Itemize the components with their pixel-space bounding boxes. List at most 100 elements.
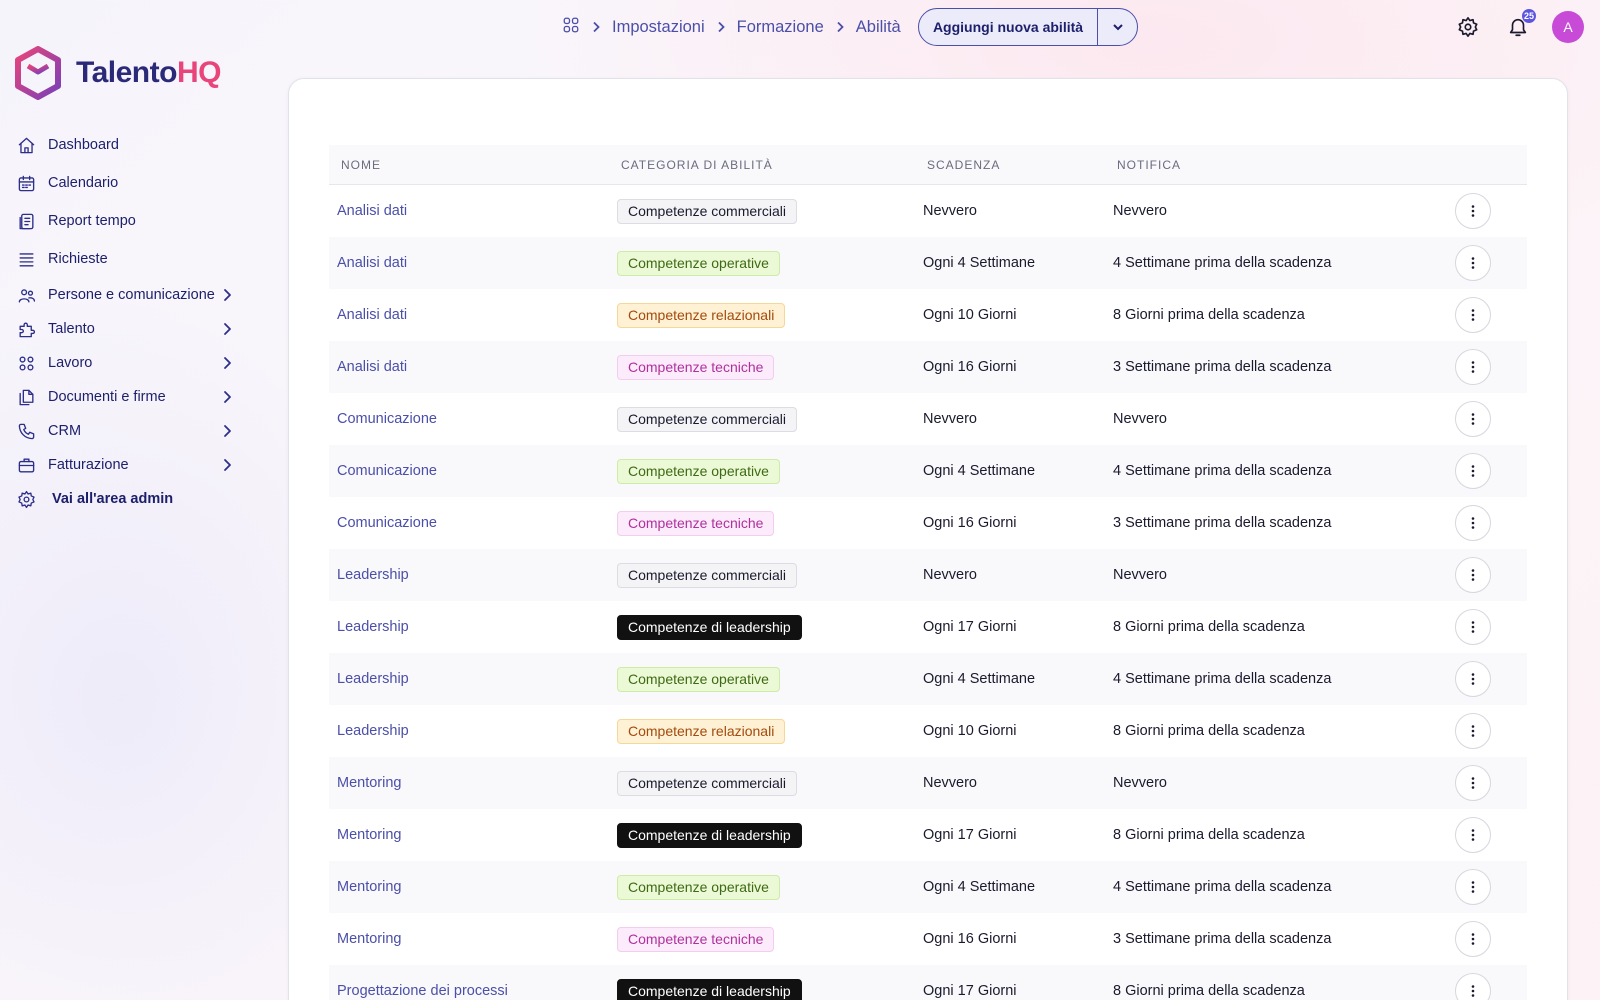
- column-header-due[interactable]: SCADENZA: [927, 158, 1000, 172]
- notification-cell: 8 Giorni prima della scadenza: [1113, 619, 1305, 635]
- sidebar-item-lavoro[interactable]: Lavoro: [16, 346, 246, 380]
- sidebar-item-talento[interactable]: Talento: [16, 312, 246, 346]
- skill-name-link[interactable]: Analisi dati: [337, 185, 407, 237]
- notification-cell: 8 Giorni prima della scadenza: [1113, 307, 1305, 323]
- add-skill-dropdown-button[interactable]: [1097, 9, 1137, 45]
- due-cell: Ogni 17 Giorni: [923, 983, 1017, 999]
- skill-name-link[interactable]: Analisi dati: [337, 341, 407, 393]
- skill-name-link[interactable]: Leadership: [337, 653, 409, 705]
- breadcrumb-impostazioni[interactable]: Impostazioni: [612, 18, 705, 37]
- notification-cell: 4 Settimane prima della scadenza: [1113, 879, 1332, 895]
- sidebar-item-persone-e-comunicazione[interactable]: Persone e comunicazione: [16, 278, 246, 312]
- logo-text: TalentoHQ: [76, 56, 221, 89]
- actions-cell: [1455, 549, 1491, 601]
- breadcrumb-formazione[interactable]: Formazione: [737, 18, 824, 37]
- table-row: Comunicazione Competenze operative Ogni 4 …: [329, 445, 1527, 497]
- row-actions-button[interactable]: [1455, 713, 1491, 749]
- sidebar-item-dashboard[interactable]: Dashboard: [16, 126, 246, 164]
- row-actions-button[interactable]: [1455, 609, 1491, 645]
- grid-icon[interactable]: [562, 16, 580, 39]
- apps-icon: [16, 353, 36, 373]
- row-actions-button[interactable]: [1455, 401, 1491, 437]
- skill-name-link[interactable]: Comunicazione: [337, 393, 437, 445]
- add-skill-button[interactable]: Aggiungi nuova abilità: [919, 9, 1097, 45]
- chevron-down-icon: [1112, 24, 1123, 31]
- due-cell: Ogni 10 Giorni: [923, 723, 1017, 739]
- skill-name-link[interactable]: Analisi dati: [337, 289, 407, 341]
- chevron-right-icon: [220, 356, 234, 370]
- actions-cell: [1455, 289, 1491, 341]
- due-cell: Nevvero: [923, 775, 977, 791]
- row-actions-button[interactable]: [1455, 245, 1491, 281]
- more-vertical-icon: [1471, 673, 1475, 685]
- row-actions-button[interactable]: [1455, 505, 1491, 541]
- column-header-category[interactable]: CATEGORIA DI ABILITÀ: [621, 158, 773, 172]
- category-cell: Competenze operative: [617, 237, 780, 289]
- more-vertical-icon: [1471, 777, 1475, 789]
- row-actions-button[interactable]: [1455, 297, 1491, 333]
- row-actions-button[interactable]: [1455, 973, 1491, 1000]
- home-icon: [16, 135, 36, 155]
- settings-button[interactable]: [1453, 12, 1483, 42]
- table-row: Analisi dati Competenze operative Ogni 4 S…: [329, 237, 1527, 289]
- sidebar-item-label: Lavoro: [48, 355, 93, 371]
- sidebar-item-calendario[interactable]: Calendario: [16, 164, 246, 202]
- skill-name-link[interactable]: Leadership: [337, 549, 409, 601]
- avatar[interactable]: A: [1552, 11, 1584, 43]
- row-actions-button[interactable]: [1455, 193, 1491, 229]
- skill-name-link[interactable]: Leadership: [337, 705, 409, 757]
- sidebar-item-richieste[interactable]: Richieste: [16, 240, 246, 278]
- logo[interactable]: TalentoHQ: [14, 46, 221, 100]
- skill-name-link[interactable]: Leadership: [337, 601, 409, 653]
- skill-name-link[interactable]: Mentoring: [337, 757, 401, 809]
- report-icon: [16, 211, 36, 231]
- notification-cell: 8 Giorni prima della scadenza: [1113, 983, 1305, 999]
- sidebar-nav: Dashboard Calendario Report tempo Richie…: [16, 126, 246, 516]
- category-cell: Competenze commerciali: [617, 393, 797, 445]
- row-actions-button[interactable]: [1455, 453, 1491, 489]
- row-actions-button[interactable]: [1455, 661, 1491, 697]
- table-row: Leadership Competenze operative Ogni 4 Set…: [329, 653, 1527, 705]
- category-cell: Competenze tecniche: [617, 497, 775, 549]
- more-vertical-icon: [1471, 465, 1475, 477]
- sidebar-item-fatturazione[interactable]: Fatturazione: [16, 448, 246, 482]
- actions-cell: [1455, 601, 1491, 653]
- sidebar-item-crm[interactable]: CRM: [16, 414, 246, 448]
- row-actions-button[interactable]: [1455, 817, 1491, 853]
- skill-name-link[interactable]: Mentoring: [337, 861, 401, 913]
- row-actions-button[interactable]: [1455, 557, 1491, 593]
- category-tag: Competenze commerciali: [617, 406, 797, 432]
- sidebar-item-report-tempo[interactable]: Report tempo: [16, 202, 246, 240]
- category-cell: Competenze di leadership: [617, 601, 802, 653]
- row-actions-button[interactable]: [1455, 765, 1491, 801]
- table-row: Leadership Competenze relazionali Ogni 10 …: [329, 705, 1527, 757]
- breadcrumb-abilita[interactable]: Abilità: [856, 18, 901, 37]
- row-actions-button[interactable]: [1455, 349, 1491, 385]
- logo-cube-icon: [15, 46, 61, 100]
- category-cell: Competenze operative: [617, 861, 780, 913]
- table-row: Mentoring Competenze di leadership Ogni 17…: [329, 809, 1527, 861]
- more-vertical-icon: [1471, 621, 1475, 633]
- skill-name-link[interactable]: Analisi dati: [337, 237, 407, 289]
- sidebar-item-documenti-e-firme[interactable]: Documenti e firme: [16, 380, 246, 414]
- category-tag: Competenze commerciali: [617, 770, 797, 796]
- due-cell: Ogni 4 Settimane: [923, 463, 1036, 479]
- due-cell: Ogni 4 Settimane: [923, 255, 1036, 271]
- row-actions-button[interactable]: [1455, 869, 1491, 905]
- table-row: Leadership Competenze commerciali Nevvero N…: [329, 549, 1527, 601]
- skill-name-link[interactable]: Progettazione dei processi: [337, 965, 508, 1000]
- category-cell: Competenze relazionali: [617, 289, 786, 341]
- more-vertical-icon: [1471, 933, 1475, 945]
- sidebar-item-admin-area[interactable]: Vai all'area admin: [16, 482, 246, 516]
- row-actions-button[interactable]: [1455, 921, 1491, 957]
- column-header-name[interactable]: NOME: [341, 158, 381, 172]
- table-row: Mentoring Competenze tecniche Ogni 16 Gior…: [329, 913, 1527, 965]
- skill-name-link[interactable]: Comunicazione: [337, 497, 437, 549]
- sidebar-item-label: Talento: [48, 321, 95, 337]
- skill-name-link[interactable]: Mentoring: [337, 913, 401, 965]
- column-header-notification[interactable]: NOTIFICA: [1117, 158, 1181, 172]
- due-cell: Ogni 16 Giorni: [923, 515, 1017, 531]
- skill-name-link[interactable]: Comunicazione: [337, 445, 437, 497]
- skill-name-link[interactable]: Mentoring: [337, 809, 401, 861]
- due-cell: Ogni 17 Giorni: [923, 619, 1017, 635]
